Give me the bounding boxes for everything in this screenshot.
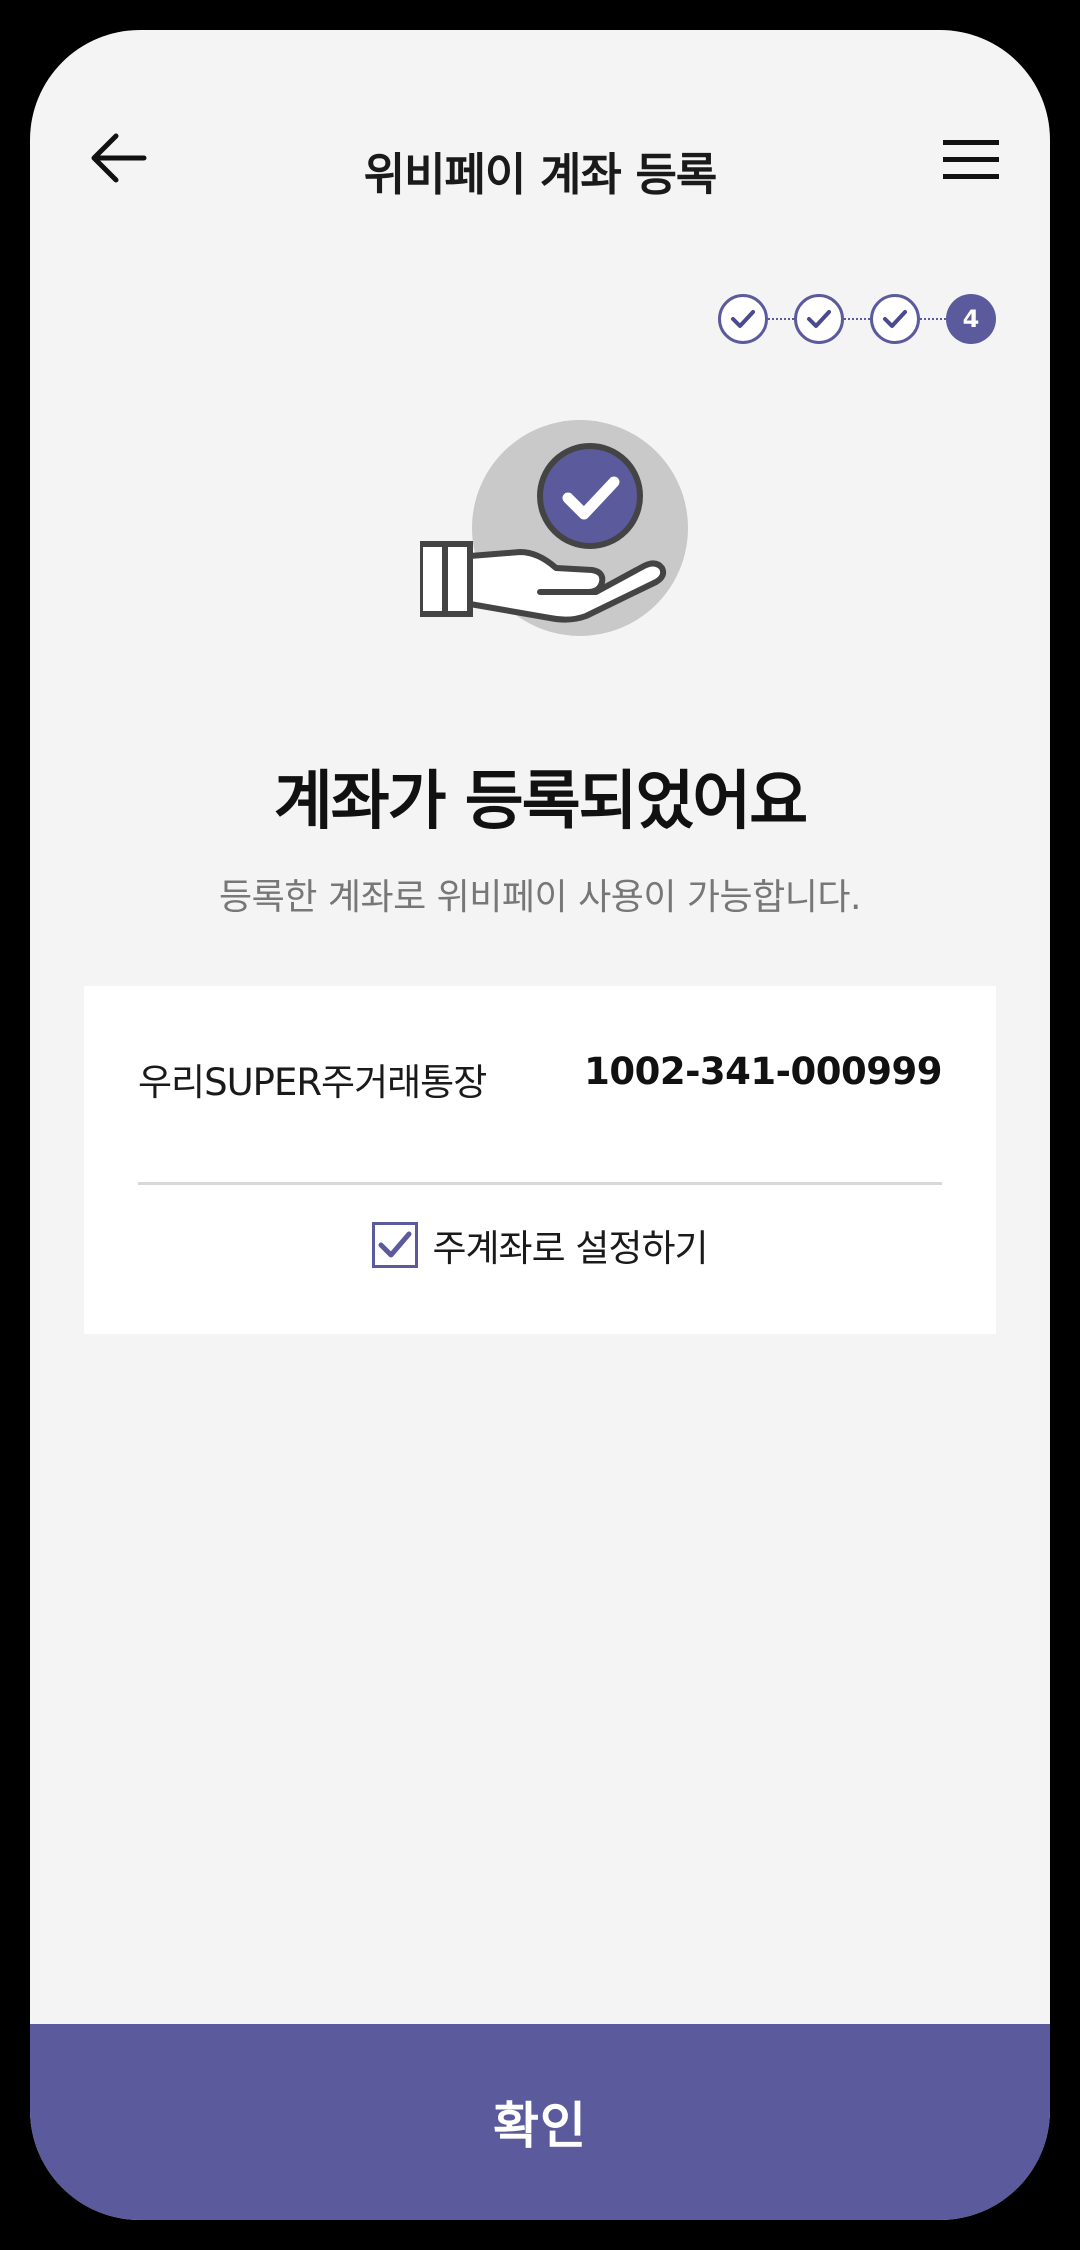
step-connector: [844, 318, 870, 320]
step-connector: [920, 318, 946, 320]
menu-button[interactable]: [936, 125, 1006, 195]
page-title-text: 위비페이 계좌 등록: [363, 148, 718, 201]
confirm-button[interactable]: 확인: [30, 2024, 1050, 2220]
account-card: 우리SUPER주거래통장 1002-341-000999 주계좌로 설정하기: [84, 986, 996, 1334]
step-2-complete: [794, 294, 844, 344]
app-screen: 위비페이 계좌 등록 4 계좌가 등록되었어요 등록한 계좌로 위비페이 사용이…: [30, 30, 1050, 2220]
success-headline: 계좌가 등록되었어요: [273, 765, 808, 839]
check-icon: [731, 310, 755, 328]
main-account-checkbox[interactable]: [372, 1222, 419, 1268]
device-frame: 위비페이 계좌 등록 4 계좌가 등록되었어요 등록한 계좌로 위비페이 사용이…: [0, 0, 1080, 2250]
hand-with-check-icon: [420, 420, 688, 636]
step-1-complete: [718, 294, 768, 344]
step-4-current: 4: [946, 294, 996, 344]
check-icon: [883, 310, 907, 328]
step-connector: [768, 318, 794, 320]
check-icon: [378, 1231, 412, 1258]
success-subtext: 등록한 계좌로 위비페이 사용이 가능합니다.: [219, 877, 861, 918]
divider: [138, 1182, 942, 1185]
account-name: 우리SUPER주거래통장: [138, 1061, 487, 1104]
set-main-account-option[interactable]: 주계좌로 설정하기: [84, 1218, 996, 1272]
main-account-label: 주계좌로 설정하기: [432, 1227, 708, 1270]
step-3-complete: [870, 294, 920, 344]
account-number: 1002-341-000999: [584, 1050, 942, 1093]
step-indicator: 4: [718, 292, 996, 346]
hamburger-menu-icon: [943, 140, 999, 179]
top-bar: 위비페이 계좌 등록: [30, 30, 1050, 260]
check-icon: [807, 310, 831, 328]
